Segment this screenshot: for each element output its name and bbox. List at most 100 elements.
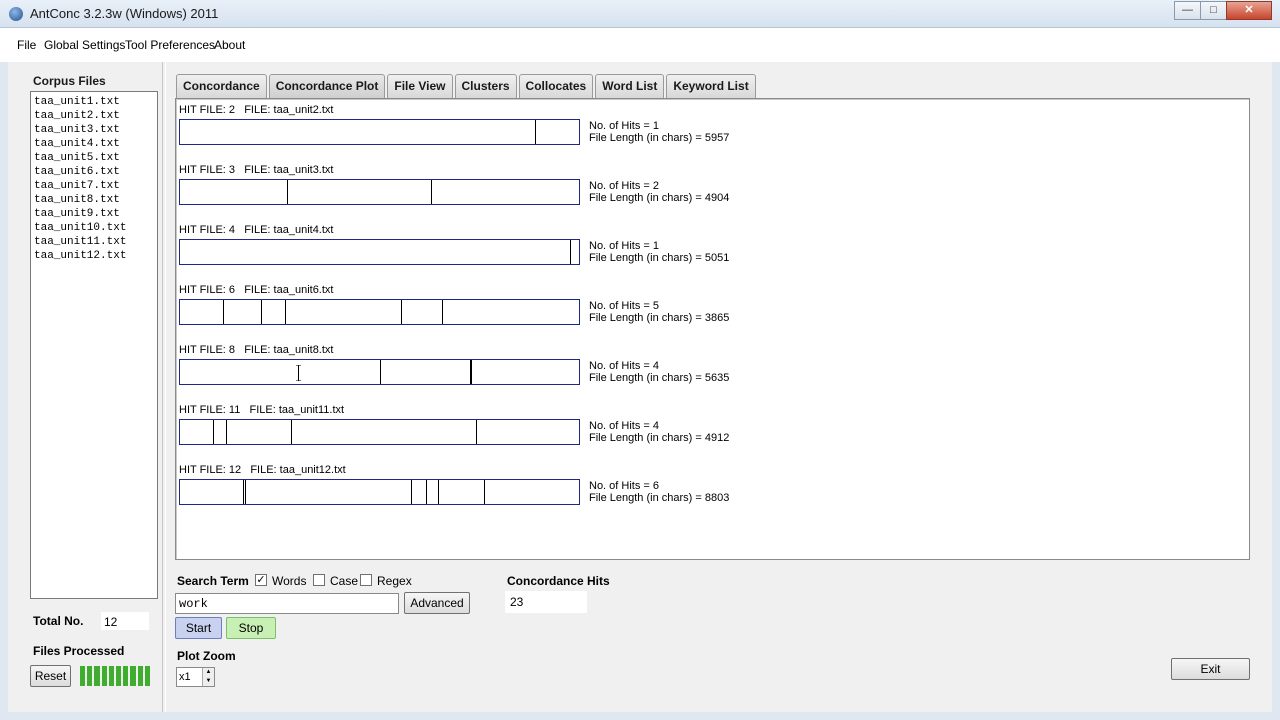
files-processed-label: Files Processed <box>33 644 125 658</box>
menu-tool-preferences[interactable]: Tool Preferences <box>125 38 215 52</box>
hit-file-label: HIT FILE: 2 FILE: taa_unit2.txt <box>179 104 334 116</box>
corpus-file-item[interactable]: taa_unit7.txt <box>34 179 157 193</box>
window-title: AntConc 3.2.3w (Windows) 2011 <box>30 6 219 21</box>
hit-plot-bar[interactable] <box>179 359 580 385</box>
words-checkbox-label: Words <box>272 574 307 588</box>
search-term-label: Search Term <box>177 574 249 588</box>
hit-mark[interactable] <box>476 420 477 444</box>
hit-info: No. of Hits = 5 File Length (in chars) =… <box>589 300 729 324</box>
spinner-arrows-icon[interactable]: ▲ ▼ <box>202 668 214 686</box>
close-button[interactable]: ✕ <box>1226 1 1272 20</box>
file-length: File Length (in chars) = 4912 <box>589 432 730 444</box>
hit-mark[interactable] <box>411 480 412 504</box>
advanced-button[interactable]: Advanced <box>404 592 470 614</box>
hit-mark[interactable] <box>261 300 262 324</box>
files-processed-progress <box>80 666 151 686</box>
file-length: File Length (in chars) = 8803 <box>589 492 730 504</box>
corpus-file-item[interactable]: taa_unit2.txt <box>34 109 157 123</box>
plot-zoom-spinner[interactable]: x1 ▲ ▼ <box>176 667 215 687</box>
corpus-file-list[interactable]: taa_unit1.txt taa_unit2.txt taa_unit3.tx… <box>30 91 158 599</box>
hit-mark[interactable] <box>226 420 227 444</box>
hit-file-label: HIT FILE: 11 FILE: taa_unit11.txt <box>179 404 345 416</box>
case-checkbox-label: Case <box>330 574 359 588</box>
corpus-file-item[interactable]: taa_unit11.txt <box>34 235 157 249</box>
tab-concordance-plot[interactable]: Concordance Plot <box>268 74 386 98</box>
corpus-file-item[interactable]: taa_unit9.txt <box>34 207 157 221</box>
hit-count: No. of Hits = 1 <box>589 120 660 132</box>
hit-mark[interactable] <box>426 480 427 504</box>
hit-mark[interactable] <box>431 180 432 204</box>
hit-info: No. of Hits = 1 File Length (in chars) =… <box>589 120 729 144</box>
hit-mark[interactable] <box>535 120 536 144</box>
hit-plot-bar[interactable] <box>179 419 580 445</box>
hit-mark[interactable] <box>223 300 224 324</box>
hit-count: No. of Hits = 6 <box>589 480 660 492</box>
start-button[interactable]: Start <box>175 617 222 639</box>
tab-word-list[interactable]: Word List <box>595 74 665 98</box>
hit-plot-bar[interactable] <box>179 299 580 325</box>
hit-mark[interactable] <box>471 360 472 384</box>
file-length: File Length (in chars) = 5051 <box>589 252 730 264</box>
tab-file-view[interactable]: File View <box>387 74 453 98</box>
hit-mark[interactable] <box>438 480 439 504</box>
concordance-hits-label: Concordance Hits <box>507 574 610 588</box>
file-length: File Length (in chars) = 5957 <box>589 132 730 144</box>
hit-mark[interactable] <box>442 300 443 324</box>
corpus-files-title: Corpus Files <box>33 74 106 88</box>
file-length: File Length (in chars) = 3865 <box>589 312 730 324</box>
title-bar: AntConc 3.2.3w (Windows) 2011 — □ ✕ <box>0 0 1280 28</box>
hit-plot-bar[interactable] <box>179 479 580 505</box>
words-checkbox[interactable]: ✓ <box>255 574 267 586</box>
hit-mark[interactable] <box>213 420 214 444</box>
total-files-value: 12 <box>100 611 150 631</box>
menu-about[interactable]: About <box>214 38 245 52</box>
hit-mark[interactable] <box>484 480 485 504</box>
menu-file[interactable]: File <box>17 38 36 52</box>
maximize-button[interactable]: □ <box>1200 1 1227 20</box>
tool-tabs: Concordance Concordance Plot File View C… <box>176 74 756 98</box>
minimize-button[interactable]: — <box>1174 1 1201 20</box>
hit-count: No. of Hits = 5 <box>589 300 660 312</box>
hit-count: No. of Hits = 2 <box>589 180 660 192</box>
tab-clusters[interactable]: Clusters <box>454 74 517 98</box>
hit-mark[interactable] <box>287 180 288 204</box>
file-length: File Length (in chars) = 5635 <box>589 372 730 384</box>
total-files-label: Total No. <box>33 614 84 628</box>
case-checkbox[interactable] <box>313 574 325 586</box>
hit-mark[interactable] <box>245 480 246 504</box>
plot-zoom-value: x1 <box>179 671 191 683</box>
hit-mark[interactable] <box>401 300 402 324</box>
regex-checkbox[interactable] <box>360 574 372 586</box>
corpus-file-item[interactable]: taa_unit8.txt <box>34 193 157 207</box>
hit-mark[interactable] <box>570 240 571 264</box>
stop-button[interactable]: Stop <box>226 617 276 639</box>
exit-button[interactable]: Exit <box>1171 658 1250 680</box>
hit-plot-bar[interactable] <box>179 179 580 205</box>
hit-mark[interactable] <box>291 420 292 444</box>
corpus-file-item[interactable]: taa_unit12.txt <box>34 249 157 263</box>
corpus-file-item[interactable]: taa_unit10.txt <box>34 221 157 235</box>
hit-file-label: HIT FILE: 8 FILE: taa_unit8.txt <box>179 344 334 356</box>
panel-divider[interactable] <box>162 62 166 712</box>
hit-plot-bar[interactable] <box>179 119 580 145</box>
plot-zoom-label: Plot Zoom <box>177 649 236 663</box>
corpus-file-item[interactable]: taa_unit5.txt <box>34 151 157 165</box>
hit-count: No. of Hits = 4 <box>589 360 660 372</box>
corpus-file-item[interactable]: taa_unit1.txt <box>34 95 157 109</box>
hit-mark[interactable] <box>243 480 244 504</box>
corpus-file-item[interactable]: taa_unit6.txt <box>34 165 157 179</box>
hit-mark[interactable] <box>380 360 381 384</box>
corpus-file-item[interactable]: taa_unit3.txt <box>34 123 157 137</box>
tab-collocates[interactable]: Collocates <box>518 74 594 98</box>
search-term-input[interactable]: work <box>175 593 399 614</box>
corpus-file-item[interactable]: taa_unit4.txt <box>34 137 157 151</box>
hit-mark[interactable] <box>285 300 286 324</box>
hit-plot-bar[interactable] <box>179 239 580 265</box>
tab-concordance[interactable]: Concordance <box>176 74 267 98</box>
hit-file-label: HIT FILE: 6 FILE: taa_unit6.txt <box>179 284 334 296</box>
reset-button[interactable]: Reset <box>30 665 71 687</box>
menu-global-settings[interactable]: Global Settings <box>44 38 125 52</box>
hit-info: No. of Hits = 4 File Length (in chars) =… <box>589 420 729 444</box>
tab-keyword-list[interactable]: Keyword List <box>666 74 756 98</box>
app-icon <box>9 7 23 21</box>
